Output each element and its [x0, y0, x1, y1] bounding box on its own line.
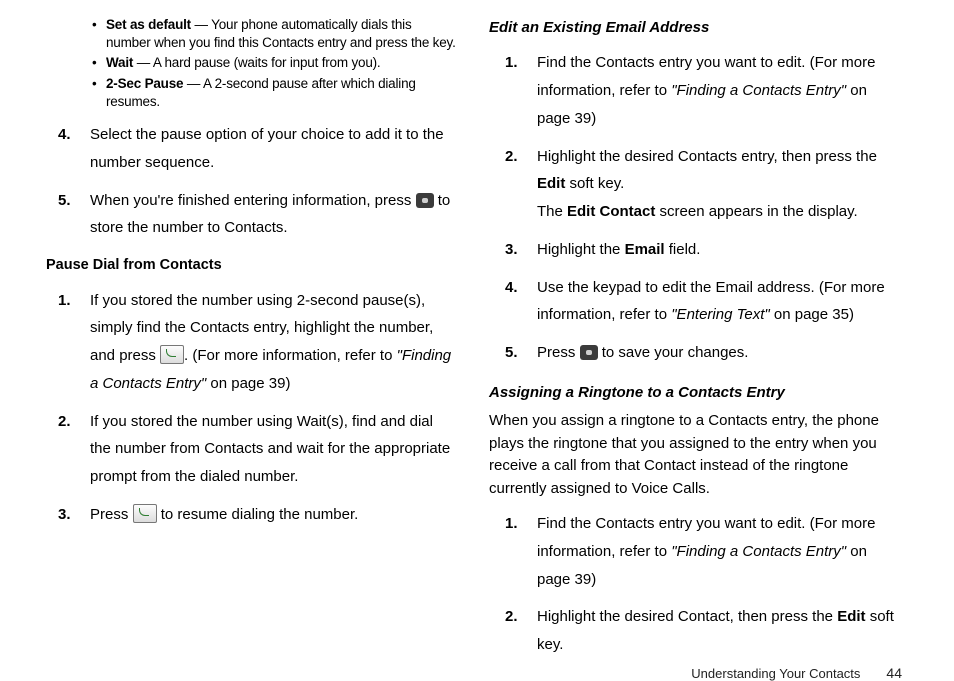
text-segment: Highlight the desired Contact, then pres…: [537, 608, 837, 625]
numbered-step: 3. Highlight the Email field.: [505, 236, 904, 264]
send-key-icon: [160, 345, 184, 364]
text-segment: Highlight the: [537, 241, 625, 258]
subsection-heading: Pause Dial from Contacts: [46, 254, 457, 276]
bold-term: Edit: [537, 175, 565, 192]
text-segment: soft key.: [565, 175, 624, 192]
step-number: 1.: [505, 49, 537, 132]
numbered-step: 4. Use the keypad to edit the Email addr…: [505, 274, 904, 330]
step-number: 2.: [505, 143, 537, 226]
two-column-layout: • Set as default — Your phone automatica…: [42, 16, 904, 659]
page-footer: Understanding Your Contacts 44: [42, 659, 904, 681]
intro-paragraph: When you assign a ringtone to a Contacts…: [489, 410, 904, 500]
step-text: Highlight the desired Contacts entry, th…: [537, 143, 904, 226]
step-text: Use the keypad to edit the Email address…: [537, 274, 904, 330]
text-segment: to save your changes.: [602, 344, 749, 361]
ok-key-icon: [580, 345, 598, 360]
step-number: 3.: [58, 501, 90, 529]
step-number: 2.: [505, 603, 537, 659]
bullet-term: 2-Sec Pause: [106, 76, 183, 91]
numbered-step: 2. If you stored the number using Wait(s…: [58, 408, 457, 491]
bold-term: Email: [625, 241, 665, 258]
bullet-desc: — A hard pause (waits for input from you…: [133, 55, 380, 70]
bullet-mark: •: [92, 16, 106, 52]
left-column: • Set as default — Your phone automatica…: [42, 16, 457, 659]
bullet-term: Set as default: [106, 17, 191, 32]
numbered-step: 5. When you're finished entering informa…: [58, 187, 457, 243]
text-segment: Press: [90, 506, 133, 523]
bullet-content: 2-Sec Pause — A 2-second pause after whi…: [106, 75, 457, 111]
bullet-item: • Wait — A hard pause (waits for input f…: [92, 54, 457, 72]
step-text: Highlight the Email field.: [537, 236, 904, 264]
step-text: Select the pause option of your choice t…: [90, 121, 457, 177]
step-text: When you're finished entering informatio…: [90, 187, 457, 243]
step-number: 5.: [58, 187, 90, 243]
step-number: 3.: [505, 236, 537, 264]
step-text: Find the Contacts entry you want to edit…: [537, 510, 904, 593]
section-heading: Assigning a Ringtone to a Contacts Entry: [489, 381, 904, 404]
page-number: 44: [886, 665, 902, 681]
numbered-step: 4. Select the pause option of your choic…: [58, 121, 457, 177]
numbered-step: 1. If you stored the number using 2-seco…: [58, 287, 457, 398]
document-page: • Set as default — Your phone automatica…: [0, 0, 954, 636]
text-segment: to resume dialing the number.: [161, 506, 359, 523]
step-text: Press to resume dialing the number.: [90, 501, 457, 529]
step-text: If you stored the number using 2-second …: [90, 287, 457, 398]
step-text: Highlight the desired Contact, then pres…: [537, 603, 904, 659]
numbered-step: 5. Press to save your changes.: [505, 339, 904, 367]
bullet-mark: •: [92, 75, 106, 111]
section-heading: Edit an Existing Email Address: [489, 16, 904, 39]
text-segment: . (For more information, refer to: [184, 347, 397, 364]
bold-term: Edit Contact: [567, 203, 655, 220]
step-number: 2.: [58, 408, 90, 491]
bold-term: Edit: [837, 608, 865, 625]
text-segment: on page 39): [206, 375, 290, 392]
step-number: 4.: [505, 274, 537, 330]
right-column: Edit an Existing Email Address 1. Find t…: [489, 16, 904, 659]
cross-reference: "Entering Text": [671, 306, 769, 323]
numbered-step: 1. Find the Contacts entry you want to e…: [505, 49, 904, 132]
step-number: 1.: [58, 287, 90, 398]
text-segment: When you're finished entering informatio…: [90, 192, 416, 209]
step-text: Find the Contacts entry you want to edit…: [537, 49, 904, 132]
numbered-step: 1. Find the Contacts entry you want to e…: [505, 510, 904, 593]
footer-section-title: Understanding Your Contacts: [691, 666, 860, 681]
bullet-item: • Set as default — Your phone automatica…: [92, 16, 457, 52]
step-text: If you stored the number using Wait(s), …: [90, 408, 457, 491]
text-segment: Press: [537, 344, 580, 361]
step-number: 5.: [505, 339, 537, 367]
numbered-step: 3. Press to resume dialing the number.: [58, 501, 457, 529]
step-number: 1.: [505, 510, 537, 593]
ok-key-icon: [416, 193, 434, 208]
numbered-step: 2. Highlight the desired Contact, then p…: [505, 603, 904, 659]
text-segment: Highlight the desired Contacts entry, th…: [537, 148, 877, 165]
cross-reference: "Finding a Contacts Entry": [671, 543, 846, 560]
bullet-term: Wait: [106, 55, 133, 70]
text-segment: field.: [665, 241, 701, 258]
step-text: Press to save your changes.: [537, 339, 904, 367]
bullet-mark: •: [92, 54, 106, 72]
bullet-item: • 2-Sec Pause — A 2-second pause after w…: [92, 75, 457, 111]
bullet-content: Wait — A hard pause (waits for input fro…: [106, 54, 457, 72]
text-segment: The: [537, 203, 567, 220]
cross-reference: "Finding a Contacts Entry": [671, 82, 846, 99]
text-segment: on page 35): [770, 306, 854, 323]
send-key-icon: [133, 504, 157, 523]
text-segment: screen appears in the display.: [655, 203, 857, 220]
bullet-content: Set as default — Your phone automaticall…: [106, 16, 457, 52]
numbered-step: 2. Highlight the desired Contacts entry,…: [505, 143, 904, 226]
step-number: 4.: [58, 121, 90, 177]
